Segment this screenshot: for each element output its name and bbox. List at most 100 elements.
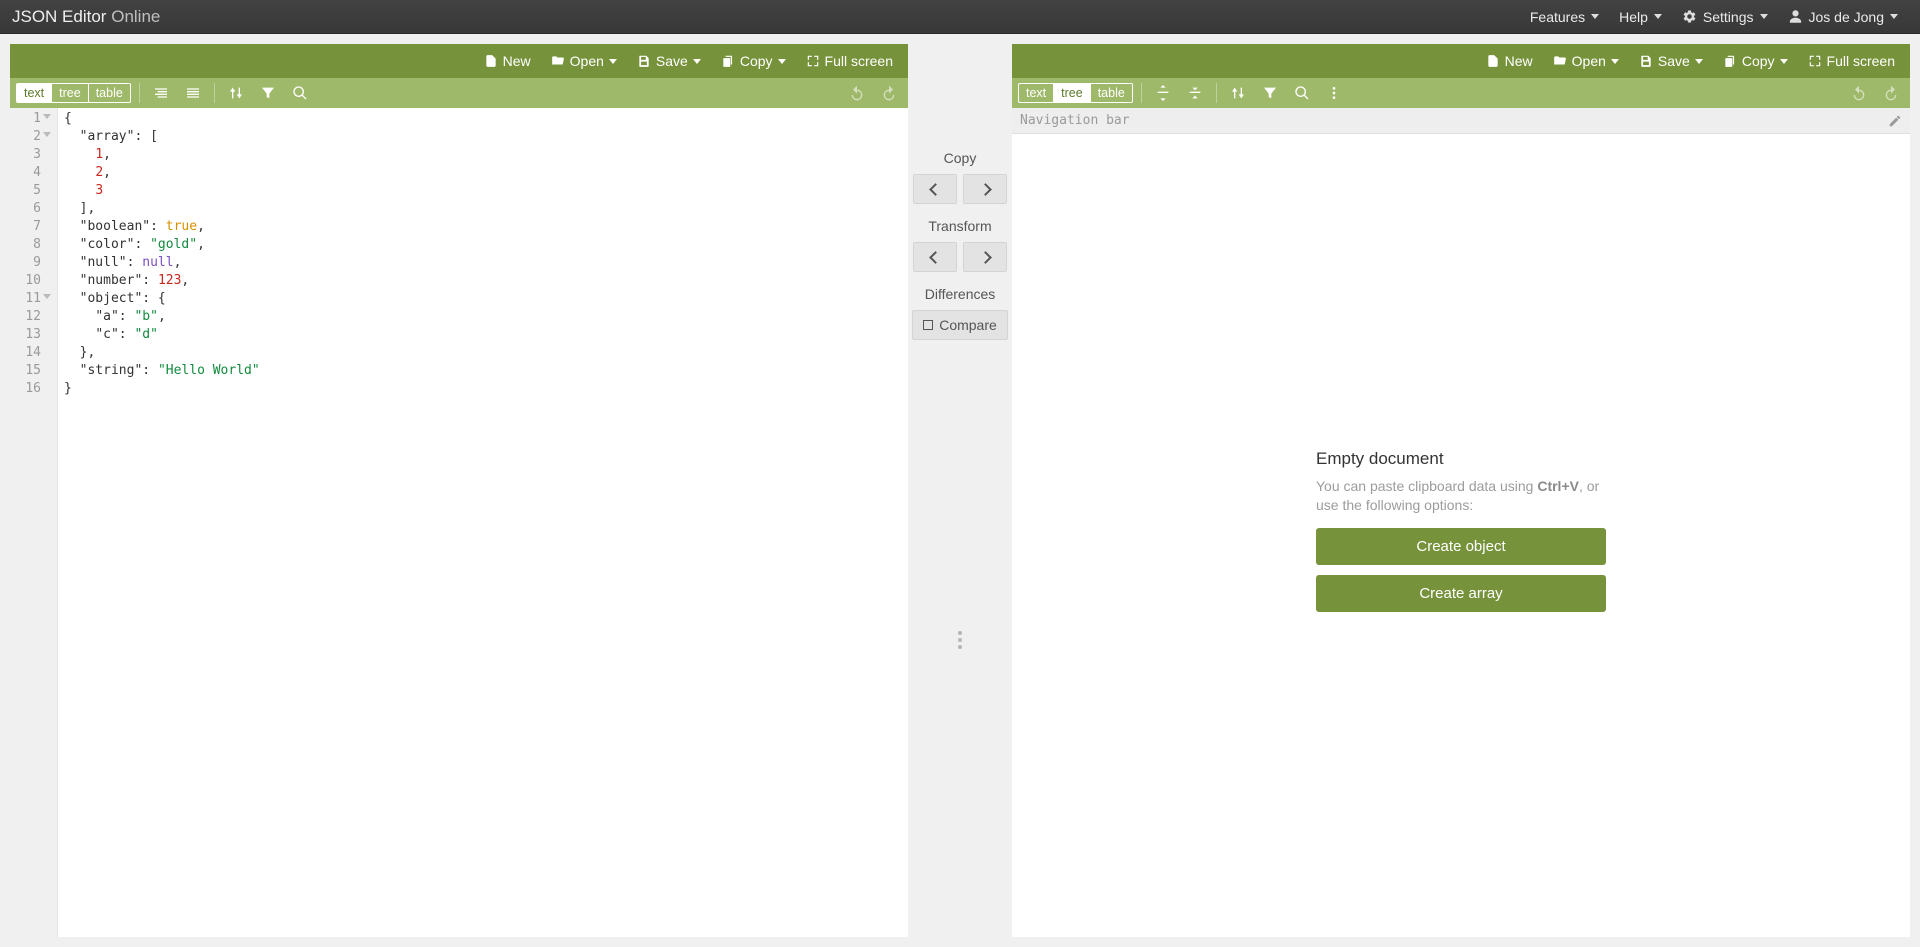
copy-icon [721,54,735,68]
filter-icon [260,85,276,101]
empty-text: You can paste clipboard data using Ctrl+… [1316,477,1606,515]
logo-light: Online [111,7,160,26]
copy-left-button[interactable] [913,174,957,204]
fullscreen-icon [1808,54,1822,68]
undo-icon [849,85,865,101]
search-icon [292,85,308,101]
resize-handle[interactable] [958,631,962,649]
chevron-left-icon [929,251,942,264]
undo-button[interactable] [1846,81,1872,105]
transform-right-button[interactable] [963,242,1007,272]
expand-icon [1155,85,1171,101]
chevron-right-icon [979,251,992,264]
undo-icon [1851,85,1867,101]
save-button[interactable]: Save [628,48,710,74]
app-header: JSON Editor Online Features Help Setting… [0,0,1920,34]
compact-icon [185,85,201,101]
search-button[interactable] [287,81,313,105]
sort-button[interactable] [223,81,249,105]
sort-button[interactable] [1225,81,1251,105]
copy-right-button[interactable] [963,174,1007,204]
more-vertical-icon [1326,85,1342,101]
fullscreen-button[interactable]: Full screen [1799,48,1904,74]
settings-menu[interactable]: Settings [1672,0,1778,34]
help-menu[interactable]: Help [1609,0,1672,34]
chevron-down-icon [1890,14,1898,19]
mode-table[interactable]: table [1091,84,1132,102]
chevron-down-icon [609,59,617,64]
file-icon [1486,54,1500,68]
filter-button[interactable] [1257,81,1283,105]
new-button[interactable]: New [475,48,540,74]
code-content[interactable]: { "array": [ 1, 2, 3 ], "boolean": true,… [58,108,260,937]
right-panel: New Open Save Copy Full screen [1012,44,1910,937]
fullscreen-button[interactable]: Full screen [797,48,902,74]
folder-open-icon [1553,54,1567,68]
filter-icon [1262,85,1278,101]
search-button[interactable] [1289,81,1315,105]
square-icon [923,320,933,330]
collapse-button[interactable] [1182,81,1208,105]
gear-icon [1682,9,1697,24]
more-button[interactable] [1321,81,1347,105]
fullscreen-icon [806,54,820,68]
save-icon [1639,54,1653,68]
copy-button[interactable]: Copy [712,48,795,74]
expand-button[interactable] [1150,81,1176,105]
undo-button[interactable] [844,81,870,105]
compact-button[interactable] [180,81,206,105]
navigation-bar[interactable]: Navigation bar [1012,108,1910,134]
chevron-right-icon [979,183,992,196]
mode-tree[interactable]: tree [1054,84,1091,102]
middle-column: Copy Transform Differences Compare [908,44,1012,937]
workspace: New Open Save Copy Full screen [0,34,1920,947]
right-toolbar: New Open Save Copy Full screen [1012,44,1910,78]
empty-title: Empty document [1316,449,1606,469]
line-gutter: 12345678910111213141516 [10,108,58,937]
left-code-editor[interactable]: 12345678910111213141516 { "array": [ 1, … [10,108,908,937]
left-toolbar: New Open Save Copy Full screen [10,44,908,78]
chevron-down-icon [693,59,701,64]
chevron-down-icon [778,59,786,64]
mode-text[interactable]: text [17,84,52,102]
empty-state: Empty document You can paste clipboard d… [1012,134,1910,937]
mode-tabs: text tree table [16,83,131,103]
chevron-down-icon [1695,59,1703,64]
copy-label: Copy [944,150,977,166]
user-icon [1788,9,1803,24]
user-menu[interactable]: Jos de Jong [1778,0,1909,34]
create-array-button[interactable]: Create array [1316,575,1606,612]
chevron-left-icon [929,183,942,196]
open-button[interactable]: Open [1544,48,1628,74]
logo-bold: JSON Editor [12,7,106,26]
sort-icon [228,85,244,101]
create-object-button[interactable]: Create object [1316,528,1606,565]
mode-text[interactable]: text [1019,84,1054,102]
filter-button[interactable] [255,81,281,105]
mode-tabs: text tree table [1018,83,1133,103]
file-icon [484,54,498,68]
transform-left-button[interactable] [913,242,957,272]
chevron-down-icon [1760,14,1768,19]
left-panel: New Open Save Copy Full screen [10,44,908,937]
copy-button[interactable]: Copy [1714,48,1797,74]
compare-button[interactable]: Compare [912,310,1008,340]
features-menu[interactable]: Features [1520,0,1609,34]
chevron-down-icon [1591,14,1599,19]
left-subbar: text tree table [10,78,908,108]
right-subbar: text tree table [1012,78,1910,108]
save-button[interactable]: Save [1630,48,1712,74]
redo-icon [1883,85,1899,101]
redo-button[interactable] [876,81,902,105]
mode-table[interactable]: table [89,84,130,102]
redo-button[interactable] [1878,81,1904,105]
pencil-icon[interactable] [1888,114,1902,128]
search-icon [1294,85,1310,101]
open-button[interactable]: Open [542,48,626,74]
differences-label: Differences [925,286,996,302]
copy-icon [1723,54,1737,68]
mode-tree[interactable]: tree [52,84,89,102]
transform-label: Transform [928,218,991,234]
format-button[interactable] [148,81,174,105]
new-button[interactable]: New [1477,48,1542,74]
